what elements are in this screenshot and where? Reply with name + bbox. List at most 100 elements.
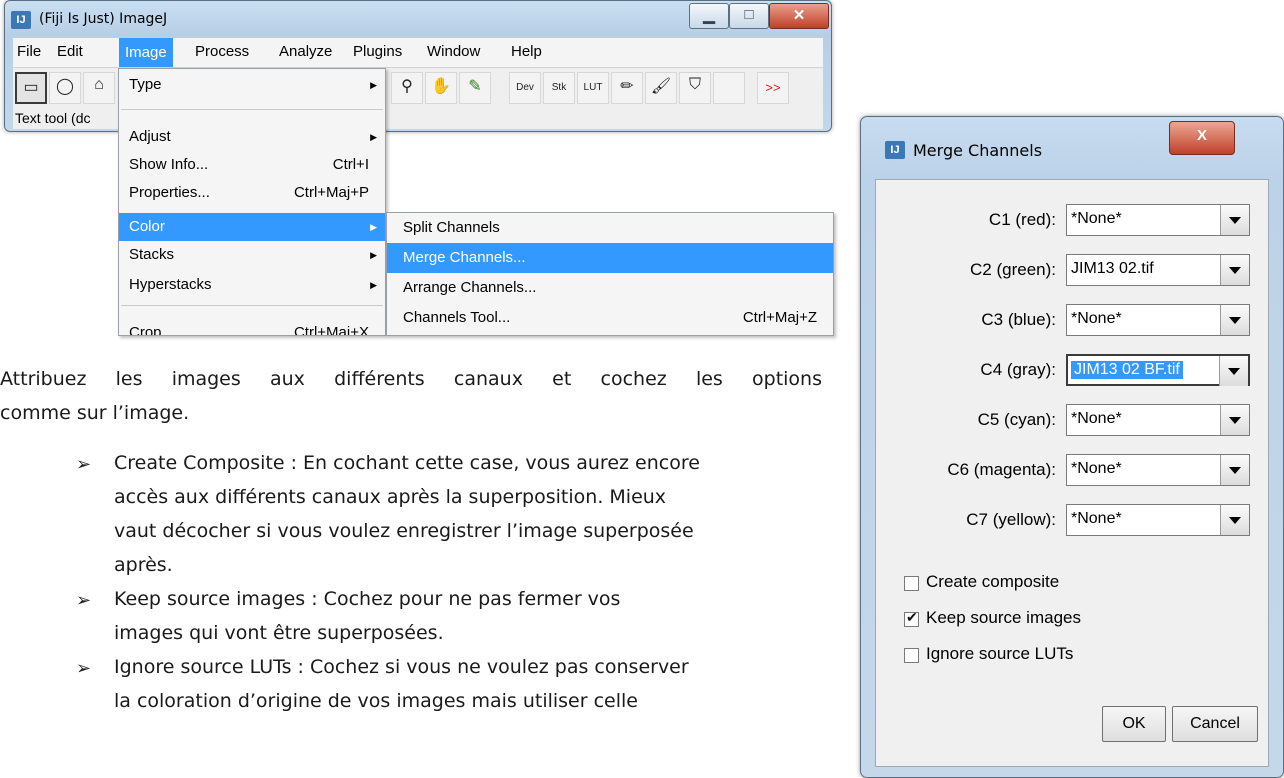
chevron-down-icon (1229, 517, 1241, 524)
submenu-arrow-icon: ▶ (370, 132, 377, 142)
dropdown-button[interactable] (1220, 405, 1249, 435)
channel-row-c5: C5 (cyan): *None* (876, 400, 1270, 440)
menu-item-adjust[interactable]: Adjust ▶ (119, 123, 385, 151)
channel-select-c4[interactable]: JIM13 02 BF.tif (1066, 354, 1250, 386)
close-button[interactable]: ✕ (769, 3, 829, 29)
title-bar[interactable]: IJ (Fiji Is Just) ImageJ ▁ □ ✕ (5, 1, 831, 37)
chevron-down-icon (1228, 368, 1240, 375)
lut-label: LUT (583, 82, 603, 93)
channel-row-c3: C3 (blue): *None* (876, 300, 1270, 340)
menu-window[interactable]: Window (427, 43, 480, 60)
menu-item-hyperstacks[interactable]: Hyperstacks ▶ (119, 271, 385, 299)
polygon-icon: ⌂ (94, 76, 104, 93)
hand-tool[interactable]: ✋ (425, 72, 457, 104)
menu-edit[interactable]: Edit (57, 43, 83, 60)
intro-line-2: comme sur l’image. (0, 402, 190, 424)
magnifier-icon: ⚲ (401, 78, 413, 95)
color-picker-tool[interactable]: ✎ (459, 72, 491, 104)
hand-icon: ✋ (431, 78, 451, 95)
submenu-arrow-icon: ▶ (370, 222, 377, 232)
channel-label: C4 (gray): (980, 360, 1056, 379)
dropdown-button[interactable] (1220, 305, 1249, 335)
checkbox-box[interactable]: ✔ (904, 609, 919, 627)
checkbox-box[interactable] (904, 576, 919, 591)
menu-help[interactable]: Help (511, 43, 542, 60)
stk-menu-button[interactable]: Stk (543, 72, 575, 104)
maximize-button[interactable]: □ (729, 3, 769, 29)
menu-file[interactable]: File (17, 43, 41, 60)
menu-plugins[interactable]: Plugins (353, 43, 402, 60)
bullet-keep-source-line-1: Keep source images : Cochez pour ne pas … (114, 588, 621, 610)
channel-select-c6[interactable]: *None* (1066, 454, 1250, 486)
dev-menu-button[interactable]: Dev (509, 72, 541, 104)
menu-item-split-channels[interactable]: Split Channels (387, 213, 833, 243)
menu-item-merge-channels[interactable]: Merge Channels... (387, 243, 833, 273)
brush-tool[interactable]: 🖌 (645, 72, 677, 104)
menu-process[interactable]: Process (195, 43, 249, 60)
menu-item-stacks[interactable]: Stacks ▶ (119, 241, 385, 269)
bullet-arrow-icon: ➢ (76, 658, 92, 679)
chevron-down-icon (1229, 417, 1241, 424)
bullet-keep-source-line-2: images qui vont être superposées. (114, 622, 444, 644)
menu-item-type[interactable]: Type ▶ (119, 71, 385, 99)
merge-channels-dialog: IJ Merge Channels X C1 (red): *None* C2 … (860, 116, 1284, 778)
chevron-down-icon (1229, 467, 1241, 474)
pencil-tool[interactable]: ✏ (611, 72, 643, 104)
empty-tool-slot[interactable] (713, 72, 745, 104)
magnifier-tool[interactable]: ⚲ (391, 72, 423, 104)
minimize-icon: ▁ (703, 7, 715, 24)
menu-image[interactable]: Image (119, 38, 173, 68)
bullet-ignore-luts-line-2: la coloration d’origine de vos images ma… (114, 690, 638, 712)
polygon-tool[interactable]: ⌂ (83, 72, 115, 104)
dialog-body: C1 (red): *None* C2 (green): JIM13 02.ti… (875, 179, 1269, 767)
submenu-arrow-icon: ▶ (370, 250, 377, 260)
bullet-arrow-icon: ➢ (76, 590, 92, 611)
dialog-close-button[interactable]: X (1169, 121, 1235, 155)
menu-separator (121, 305, 383, 306)
chevron-down-icon (1229, 267, 1241, 274)
dropdown-button[interactable] (1220, 505, 1249, 535)
rectangle-tool[interactable]: ▭ (15, 72, 47, 104)
channel-label: C5 (cyan): (977, 410, 1056, 429)
channel-row-c4: C4 (gray): JIM13 02 BF.tif (876, 350, 1270, 390)
menu-item-show-info[interactable]: Show Info... Ctrl+I (119, 151, 385, 179)
menu-bar: File Edit Image Process Analyze Plugins … (13, 37, 823, 68)
ok-button[interactable]: OK (1102, 706, 1166, 742)
chevron-down-icon (1229, 217, 1241, 224)
more-tools-button[interactable]: >> (757, 72, 789, 104)
dropdown-button[interactable] (1220, 205, 1249, 235)
channel-select-c5[interactable]: *None* (1066, 404, 1250, 436)
menu-item-color[interactable]: Color ▶ (119, 213, 385, 241)
bullet-ignore-luts-line-1: Ignore source LUTs : Cochez si vous ne v… (114, 656, 689, 678)
cancel-button[interactable]: Cancel (1172, 706, 1258, 742)
channel-select-c2[interactable]: JIM13 02.tif (1066, 254, 1250, 286)
channel-label: C6 (magenta): (947, 460, 1056, 479)
dropdown-button[interactable] (1220, 255, 1249, 285)
dropdown-button[interactable] (1220, 455, 1249, 485)
bullet-create-composite-line-2: accès aux différents canaux après la sup… (114, 486, 667, 508)
pencil-icon: ✏ (620, 78, 634, 95)
channel-select-c3[interactable]: *None* (1066, 304, 1250, 336)
eyedropper-icon: ✎ (468, 78, 482, 95)
channel-row-c7: C7 (yellow): *None* (876, 500, 1270, 540)
fiji-icon: IJ (885, 141, 905, 159)
menu-item-properties[interactable]: Properties... Ctrl+Maj+P (119, 179, 385, 207)
checkbox-box[interactable] (904, 648, 919, 663)
minimize-button[interactable]: ▁ (689, 3, 729, 29)
flood-fill-tool[interactable]: ⛉ (679, 72, 711, 104)
bucket-icon: ⛉ (688, 76, 701, 93)
channel-select-c1[interactable]: *None* (1066, 204, 1250, 236)
menu-item-arrange-channels[interactable]: Arrange Channels... (387, 273, 833, 303)
menu-item-channels-tool[interactable]: Channels Tool... Ctrl+Maj+Z (387, 303, 833, 333)
menu-analyze[interactable]: Analyze (279, 43, 332, 60)
dropdown-button[interactable] (1219, 356, 1248, 386)
channel-select-c7[interactable]: *None* (1066, 504, 1250, 536)
window-title: (Fiji Is Just) ImageJ (39, 11, 168, 27)
channel-label: C1 (red): (988, 210, 1056, 229)
oval-tool[interactable]: ◯ (49, 72, 81, 104)
dialog-title: Merge Channels (913, 141, 1043, 160)
bullet-create-composite-line-3: vaut décocher si vous voulez enregistrer… (114, 520, 694, 542)
menu-item-crop[interactable]: Crop Ctrl+Maj+X (119, 319, 385, 335)
lut-menu-button[interactable]: LUT (577, 72, 609, 104)
bullet-create-composite-line-4: après. (114, 554, 173, 576)
